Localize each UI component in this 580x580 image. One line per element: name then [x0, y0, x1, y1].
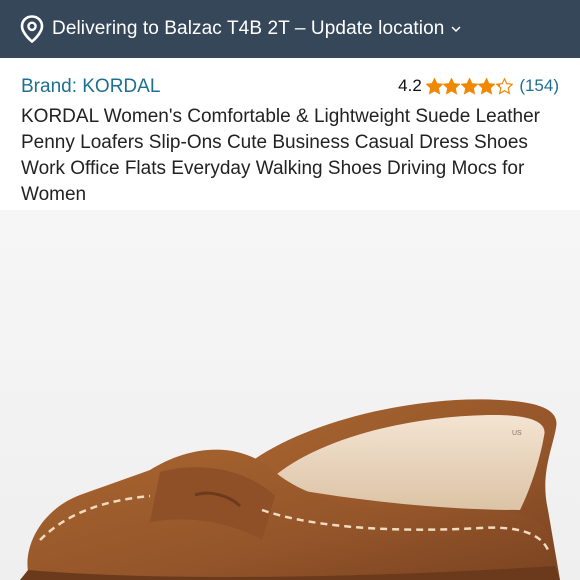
star-icon: [460, 77, 478, 95]
loafer-shoe-image: US: [0, 210, 580, 580]
star-icon: [425, 77, 443, 95]
star-icon: [495, 77, 513, 95]
location-pin-icon: [20, 15, 44, 43]
rating-summary[interactable]: 4.2 (154): [398, 76, 559, 96]
rating-value: 4.2: [398, 76, 422, 95]
svg-text:US: US: [512, 430, 522, 437]
product-info: Brand: KORDAL 4.2 (154) KORDAL Women's C…: [0, 58, 580, 210]
product-title: KORDAL Women's Comfortable & Lightweight…: [21, 106, 541, 205]
chevron-down-icon[interactable]: [450, 23, 462, 35]
delivery-location-bar[interactable]: Delivering to Balzac T4B 2T – Update loc…: [0, 0, 580, 58]
product-image[interactable]: US: [0, 210, 580, 580]
star-icon: [478, 77, 496, 95]
brand-rating-row: Brand: KORDAL 4.2 (154): [21, 76, 559, 100]
star-rating: [425, 77, 514, 95]
rating-count-link[interactable]: (154): [519, 76, 559, 96]
star-icon: [443, 77, 461, 95]
brand-link[interactable]: Brand: KORDAL: [21, 76, 160, 97]
delivery-location-text[interactable]: Delivering to Balzac T4B 2T – Update loc…: [52, 18, 444, 40]
